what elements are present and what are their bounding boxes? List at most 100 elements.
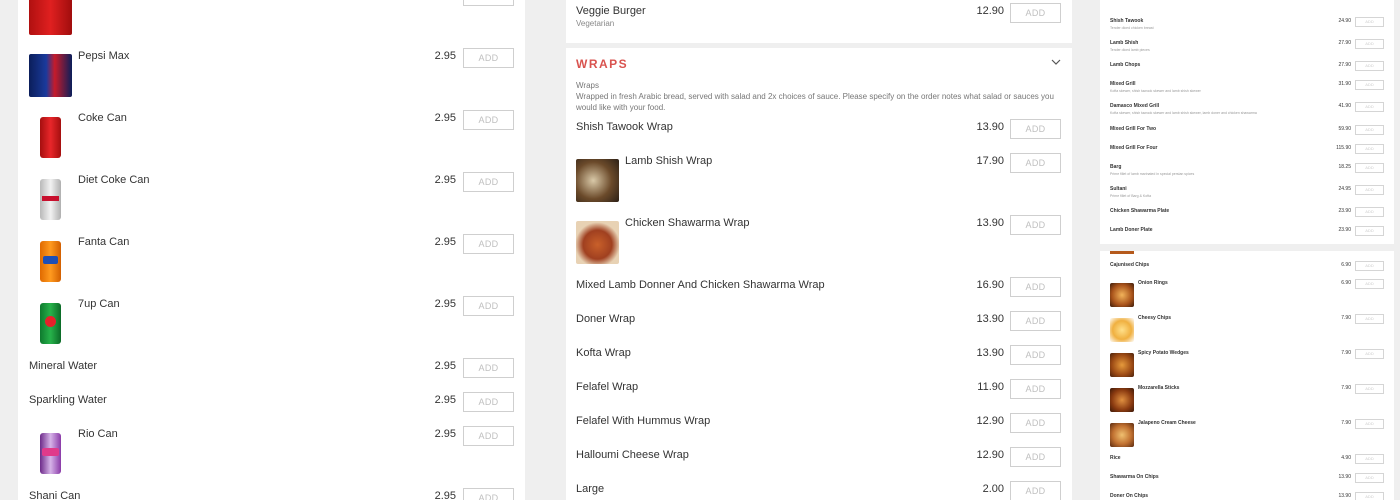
item-price: 7.90	[1341, 350, 1351, 356]
add-button[interactable]: ADD	[1355, 163, 1384, 173]
item-price: 23.90	[1338, 208, 1351, 214]
section-title[interactable]: WRAPS	[576, 57, 628, 71]
description-text: Wrapped in fresh Arabic bread, served wi…	[576, 92, 1054, 112]
item-name: 7up Can	[78, 298, 120, 310]
item-price: 2.95	[434, 174, 456, 186]
item-name: Lamb Shish Wrap	[625, 155, 713, 167]
item-price: 11.90	[977, 381, 1004, 393]
item-name: Shish Tawook	[1110, 18, 1144, 24]
add-button[interactable]: ADD	[1355, 80, 1384, 90]
item-name: Felafel Wrap	[576, 381, 639, 393]
item-name: Onion Rings	[1138, 280, 1168, 286]
item-name: Cheesy Chips	[1138, 315, 1172, 321]
add-button[interactable]: ADD	[1355, 473, 1384, 483]
mozzarella-sticks-photo-icon	[1110, 388, 1134, 412]
add-button[interactable]: ADD	[463, 358, 514, 378]
chevron-down-icon[interactable]	[1051, 58, 1061, 69]
item-price: 2.95	[434, 298, 456, 310]
item-price: 115.90	[1336, 145, 1351, 151]
add-button[interactable]: ADD	[463, 0, 514, 6]
cola-can-image	[29, 0, 72, 35]
item-price: 27.90	[1338, 62, 1351, 68]
add-button[interactable]: ADD	[1010, 379, 1061, 399]
item-name: Chicken Shawarma Wrap	[625, 217, 750, 229]
add-button[interactable]: ADD	[463, 48, 514, 68]
add-button[interactable]: ADD	[1355, 17, 1384, 27]
item-price: 2.95	[434, 490, 456, 500]
item-subtitle: Kofta skewer, shish tawook skewer and la…	[1110, 89, 1201, 93]
coke-can-icon	[29, 116, 72, 159]
item-subtitle: Prime fillet of Barg & Kofta	[1110, 194, 1152, 198]
add-button[interactable]: ADD	[1355, 226, 1384, 236]
section-description: Wraps Wrapped in fresh Arabic bread, ser…	[576, 80, 1061, 113]
item-name: Fanta Can	[78, 236, 130, 248]
add-button[interactable]: ADD	[1355, 492, 1384, 500]
grills-panel: Shish Tawook Tender diced chicken breast…	[1100, 0, 1394, 244]
add-button[interactable]: ADD	[1010, 481, 1061, 500]
item-price: 2.00	[982, 483, 1004, 495]
add-button[interactable]: ADD	[1355, 279, 1384, 289]
add-button[interactable]: ADD	[1355, 349, 1384, 359]
item-name: Kofta Wrap	[576, 347, 631, 359]
add-button[interactable]: ADD	[1010, 345, 1061, 365]
item-price: 7.90	[1341, 420, 1351, 426]
item-subtitle: Vegetarian	[576, 19, 615, 28]
add-button[interactable]: ADD	[1355, 384, 1384, 394]
add-button[interactable]: ADD	[1010, 153, 1061, 173]
add-button[interactable]: ADD	[1010, 447, 1061, 467]
add-button[interactable]: ADD	[1010, 277, 1061, 297]
add-button[interactable]: ADD	[1355, 185, 1384, 195]
item-name: Mixed Grill For Four	[1110, 145, 1158, 151]
add-button[interactable]: ADD	[1010, 119, 1061, 139]
item-name: Mozzarella Sticks	[1138, 385, 1180, 391]
add-button[interactable]: ADD	[1355, 454, 1384, 464]
add-button[interactable]: ADD	[1355, 144, 1384, 154]
item-name: Mixed Lamb Donner And Chicken Shawarma W…	[576, 279, 825, 291]
item-name: Large	[576, 483, 605, 495]
add-button[interactable]: ADD	[1010, 3, 1061, 23]
add-button[interactable]: ADD	[1355, 207, 1384, 217]
add-button[interactable]: ADD	[1355, 102, 1384, 112]
add-button[interactable]: ADD	[1010, 215, 1061, 235]
wraps-section: WRAPS Wraps Wrapped in fresh Arabic brea…	[566, 48, 1072, 500]
item-name: Chicken Shawarma Plate	[1110, 208, 1170, 214]
add-button[interactable]: ADD	[1355, 125, 1384, 135]
item-name: Shish Tawook Wrap	[576, 121, 673, 133]
add-button[interactable]: ADD	[1355, 261, 1384, 271]
veggie-burger-card: Veggie Burger Vegetarian 12.90 ADD	[566, 0, 1072, 43]
drinks-panel: ADD Pepsi Max 2.95 ADD Coke Can 2.95 ADD…	[18, 0, 525, 500]
item-subtitle: Tender diced lamb pieces	[1110, 48, 1150, 52]
item-name: Mixed Grill	[1110, 81, 1136, 87]
add-button[interactable]: ADD	[1355, 314, 1384, 324]
potato-wedges-photo-icon	[1110, 353, 1134, 377]
item-subtitle: Tender diced chicken breast	[1110, 26, 1154, 30]
item-price: 24.95	[1338, 186, 1351, 192]
item-price: 31.90	[1338, 81, 1351, 87]
item-price: 2.95	[434, 112, 456, 124]
item-price: 2.95	[434, 360, 456, 372]
jalapeno-photo-icon	[1110, 423, 1134, 447]
add-button[interactable]: ADD	[463, 488, 514, 500]
add-button[interactable]: ADD	[1355, 419, 1384, 429]
add-button[interactable]: ADD	[1355, 61, 1384, 71]
add-button[interactable]: ADD	[463, 392, 514, 412]
add-button[interactable]: ADD	[463, 110, 514, 130]
item-price: 2.95	[434, 50, 456, 62]
add-button[interactable]: ADD	[1010, 311, 1061, 331]
rio-can-icon	[29, 432, 72, 475]
add-button[interactable]: ADD	[1355, 39, 1384, 49]
item-name: Halloumi Cheese Wrap	[576, 449, 689, 461]
add-button[interactable]: ADD	[463, 172, 514, 192]
add-button[interactable]: ADD	[463, 296, 514, 316]
item-name: Doner On Chips	[1110, 493, 1149, 499]
item-price: 6.90	[1341, 262, 1351, 268]
add-button[interactable]: ADD	[463, 234, 514, 254]
item-name: Felafel With Hummus Wrap	[576, 415, 711, 427]
item-name: Jalapeno Cream Cheese	[1138, 420, 1196, 426]
item-name: Mineral Water	[29, 360, 98, 372]
add-button[interactable]: ADD	[1010, 413, 1061, 433]
item-name: Damasco Mixed Grill	[1110, 103, 1160, 109]
item-subtitle: Kofta skewer, shish tawook skewer and la…	[1110, 111, 1257, 115]
description-title: Wraps	[576, 81, 599, 90]
add-button[interactable]: ADD	[463, 426, 514, 446]
